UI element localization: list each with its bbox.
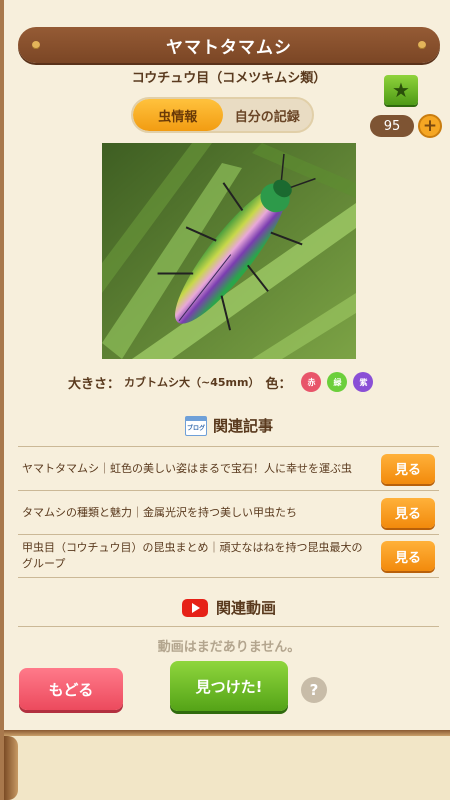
size-value: カブトムシ大（~45mm） [124,376,260,389]
blog-icon: ブログ [184,415,207,436]
title-banner: ヤマトタマムシ [18,27,440,63]
view-article-button[interactable]: 見る [381,497,435,528]
related-articles-list: ヤマトタマムシ｜虹色の美しい姿はまるで宝石！人に幸せを運ぶ虫 見る タマムシの種… [18,446,439,578]
encyclopedia-page: ヤマトタマムシ コウチュウ目（コメツキムシ類） ★ 95 + 虫情報 自分の記録 [0,0,450,800]
tab-insect-info[interactable]: 虫情報 [133,99,223,131]
tab-my-records[interactable]: 自分の記録 [223,99,313,131]
favorite-star-button[interactable]: ★ [384,75,418,105]
found-button[interactable]: 見つけた! [170,661,288,711]
book-bottom-edge [4,730,450,800]
divider [18,626,439,627]
list-item: ヤマトタマムシ｜虹色の美しい姿はまるで宝石！人に幸せを運ぶ虫 見る [18,446,439,490]
color-red-badge: 赤 [301,372,322,392]
related-articles-title: 関連記事 [212,417,273,435]
size-label: 大きさ： [68,376,121,392]
info-tabs: 虫情報 自分の記録 [131,97,314,133]
size-color-row: 大きさ： カブトムシ大（~45mm） 色： 赤 緑 紫 [68,372,398,392]
add-points-button[interactable]: + [418,114,442,138]
page-title: ヤマトタマムシ [166,37,292,58]
insect-photo [102,143,356,359]
view-article-button[interactable]: 見る [381,453,435,484]
banner-rivet-right [418,41,426,49]
color-label: 色： [265,376,292,392]
related-videos-heading: 関連動画 [4,597,450,618]
article-title: 甲虫目（コウチュウ目）の昆虫まとめ｜頑丈なはねを持つ昆虫最大のグループ [22,541,363,570]
list-item: 甲虫目（コウチュウ目）の昆虫まとめ｜頑丈なはねを持つ昆虫最大のグループ 見る [18,534,439,578]
youtube-icon [181,598,208,617]
jewel-beetle-image [102,143,356,359]
article-title: ヤマトタマムシ｜虹色の美しい姿はまるで宝石！人に幸せを運ぶ虫 [22,461,352,475]
help-button[interactable]: ? [301,677,327,703]
list-item: タマムシの種類と魅力｜金属光沢を持つ美しい甲虫たち 見る [18,490,439,534]
related-articles-heading: ブログ 関連記事 [4,415,450,436]
star-icon: ★ [392,78,410,102]
point-count: 95 [370,115,414,137]
related-videos-title: 関連動画 [215,599,276,617]
article-title: タマムシの種類と魅力｜金属光沢を持つ美しい甲虫たち [22,505,297,519]
color-green-badge: 緑 [327,372,348,392]
color-purple-badge: 紫 [353,372,374,392]
blog-icon-text: ブログ [186,424,205,432]
view-article-button[interactable]: 見る [381,541,435,571]
back-button[interactable]: もどる [19,668,123,710]
no-videos-message: 動画はまだありません。 [157,640,301,655]
banner-rivet-left [32,41,40,49]
